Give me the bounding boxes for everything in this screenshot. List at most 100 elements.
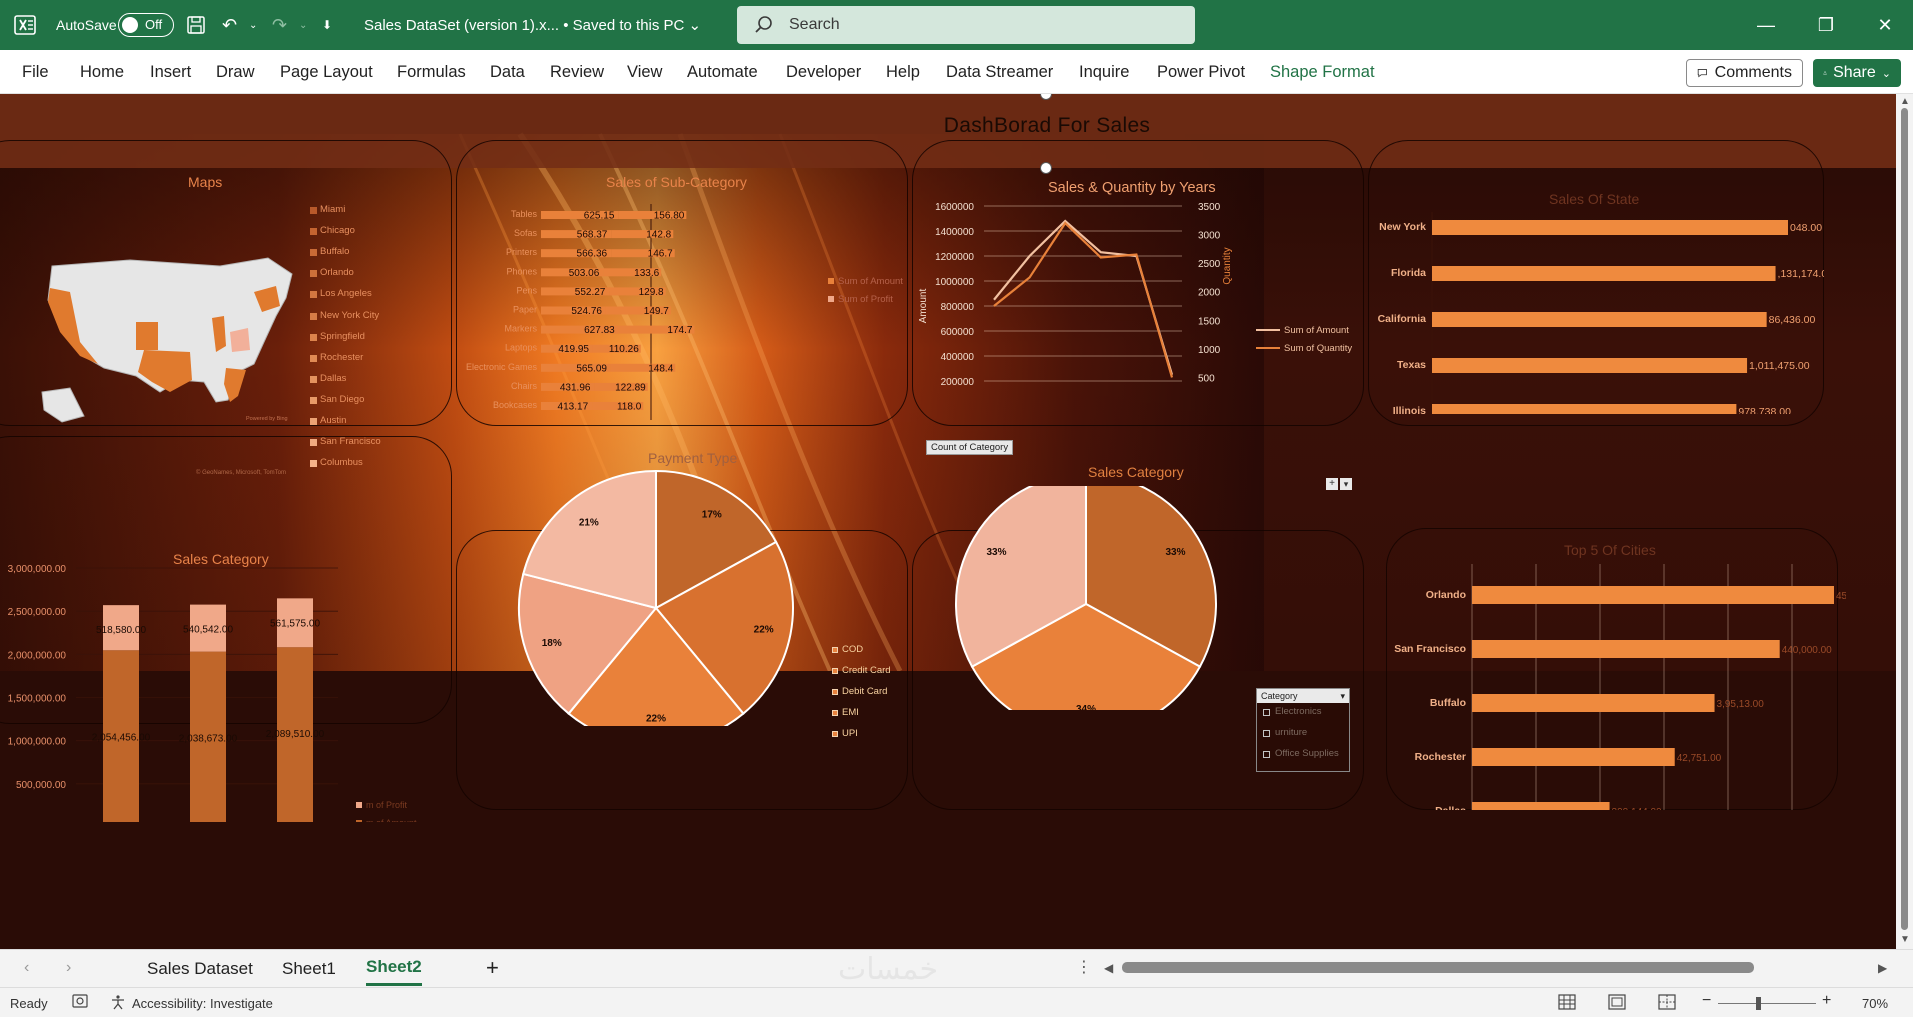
tab-help[interactable]: Help [886,63,920,82]
tab-shape-format[interactable]: Shape Format [1270,63,1375,82]
years-legend-quantity: Sum of Quantity [1256,343,1352,354]
tab-sheet2[interactable]: Sheet2 [366,957,422,977]
state-chart: New York 048.00 Florida ,131,174.00 Californ… [1378,212,1824,414]
tab-file[interactable]: File [22,63,49,82]
zoom-out-button[interactable]: − [1702,992,1711,1010]
chart-elements-button[interactable]: + [1326,478,1338,490]
zoom-slider-thumb[interactable] [1756,997,1761,1010]
payment-slice-label: 17% [702,510,722,521]
dashboard-title: DashBorad For Sales [943,114,1151,137]
payment-slice-label: 18% [542,638,562,649]
subcat-category-label: Laptops [505,343,538,353]
macro-record-icon[interactable] [72,994,88,1011]
years-y2-tick: 3500 [1198,202,1221,213]
tab-view[interactable]: View [627,63,662,82]
city-label: Rochester [1415,751,1466,763]
legend-swatch [828,296,834,302]
scroll-down-icon[interactable]: ▼ [1900,934,1910,945]
search-box[interactable]: Search [737,6,1195,44]
zoom-level[interactable]: 70% [1862,996,1888,1011]
tab-formulas[interactable]: Formulas [397,63,466,82]
tab-inquire[interactable]: Inquire [1079,63,1129,82]
years-line-amount [993,219,1174,376]
tab-data-streamer[interactable]: Data Streamer [946,63,1053,82]
tab-automate[interactable]: Automate [687,63,758,82]
tab-draw[interactable]: Draw [216,63,255,82]
tab-review[interactable]: Review [550,63,604,82]
subcat-value-label: 156.80 [654,211,685,222]
stack-amount-label: 2,089,510.00 [266,729,325,740]
zoom-slider-track[interactable] [1718,1003,1816,1004]
scroll-up-icon[interactable]: ▲ [1900,96,1910,107]
subcat-value-label: 431.96 [560,382,591,393]
subcat-value-label: 122.89 [615,382,646,393]
customize-toolbar-icon[interactable]: ⬇ [322,0,332,50]
horizontal-scroll-thumb[interactable] [1122,962,1754,973]
ready-status: Ready [10,996,48,1011]
payment-legend-item: EMI [842,707,859,718]
watermark: خمسات [838,952,939,987]
minimize-icon[interactable]: — [1738,0,1794,50]
legend-swatch [310,270,317,278]
category-filter[interactable]: Category ▾ Electronics urniture Office Sup… [1256,688,1350,772]
title-bar: AutoSave Off ↶ ⌄ ↷ ⌄ ⬇ Sales DataSet (ve… [0,0,1913,50]
vertical-scrollbar[interactable]: ▲ ▼ [1896,94,1913,949]
tab-power-pivot[interactable]: Power Pivot [1157,63,1245,82]
page-layout-view-icon[interactable] [1608,994,1626,1013]
document-title[interactable]: Sales DataSet (version 1).x... • Saved t… [364,0,701,50]
worksheet-area[interactable]: DashBorad For Sales Maps Powered by Bing… [0,94,1896,949]
scroll-left-icon[interactable]: ◀ [1104,961,1113,975]
years-y-tick: 1400000 [935,227,974,238]
legend-swatch [310,228,317,236]
close-icon[interactable]: ✕ [1857,0,1913,50]
tab-data[interactable]: Data [490,63,525,82]
undo-icon[interactable]: ↶ [222,0,237,50]
tab-page-layout[interactable]: Page Layout [280,63,373,82]
state-bar [1432,312,1767,327]
tab-sheet1[interactable]: Sheet1 [282,959,336,979]
filter-item: Office Supplies [1275,748,1339,759]
restore-icon[interactable]: ❐ [1798,0,1854,50]
tab-home[interactable]: Home [80,63,124,82]
tab-sales-dataset[interactable]: Sales Dataset [147,959,253,979]
comments-button[interactable]: Comments [1686,59,1803,87]
map-legend-item: Dallas [320,372,347,384]
filter-checkbox [1263,751,1270,758]
legend-swatch [356,820,362,822]
vertical-scroll-thumb[interactable] [1901,108,1908,930]
category-filter-header[interactable]: Category ▾ [1257,689,1349,703]
share-button[interactable]: Share ⌄ [1813,59,1901,87]
legend-swatch [310,418,317,425]
legend-swatch [832,731,838,737]
more-options-icon[interactable]: ⋮ [1076,957,1092,977]
save-icon[interactable] [186,0,206,50]
subcat-category-label: Sofas [514,228,538,238]
legend-swatch [356,802,362,808]
redo-dropdown-icon[interactable]: ⌄ [299,0,307,50]
next-sheet-icon[interactable]: › [66,959,71,977]
undo-dropdown-icon[interactable]: ⌄ [249,0,257,50]
subcat-value-label: 110.26 [609,344,639,355]
add-sheet-button[interactable]: + [486,955,499,981]
scroll-right-icon[interactable]: ▶ [1878,961,1887,975]
legend-swatch [828,278,834,284]
accessibility-status[interactable]: Accessibility: Investigate [132,996,273,1011]
autosave-state: Off [145,17,163,32]
accessibility-icon[interactable] [110,994,126,1013]
chart-filter-button[interactable]: ▾ [1340,478,1352,490]
prev-sheet-icon[interactable]: ‹ [24,959,29,977]
stack-amount-label: 2,038,673.00 [179,734,238,745]
tab-developer[interactable]: Developer [786,63,861,82]
autosave-toggle[interactable]: Off [118,13,174,37]
subcat-category-label: Markers [504,324,537,334]
redo-icon[interactable]: ↷ [272,0,287,50]
zoom-in-button[interactable]: + [1822,992,1831,1010]
tab-insert[interactable]: Insert [150,63,191,82]
map-legend-item: New York City [320,309,380,321]
filter-checkbox [1263,709,1270,716]
normal-view-icon[interactable] [1558,994,1576,1013]
city-label: Dallas [1435,805,1466,810]
count-of-category-button[interactable]: Count of Category [926,440,1014,455]
stack-legend-amount: m of Amount [366,818,417,822]
page-break-view-icon[interactable] [1658,994,1676,1013]
